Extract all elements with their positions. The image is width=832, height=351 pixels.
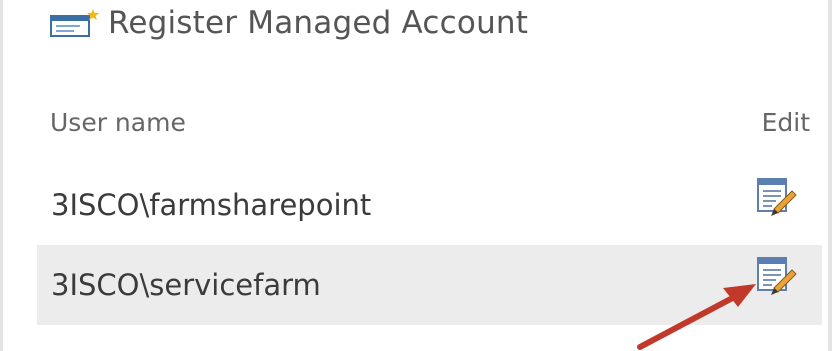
user-name-cell: 3ISCO\farmsharepoint [51,188,372,222]
edit-icon[interactable] [756,177,798,219]
column-header-edit: Edit [761,108,810,137]
user-name-cell: 3ISCO\servicefarm [51,268,321,302]
panel-left-border [0,0,3,351]
panel-right-border [828,0,832,351]
column-header-user-name: User name [50,108,186,137]
table-row: 3ISCO\farmsharepoint [37,165,822,245]
account-register-icon [50,8,100,38]
annotation-arrow-icon [637,284,756,350]
register-managed-account-link[interactable]: Register Managed Account [50,0,528,46]
register-managed-account-label: Register Managed Account [108,5,529,41]
